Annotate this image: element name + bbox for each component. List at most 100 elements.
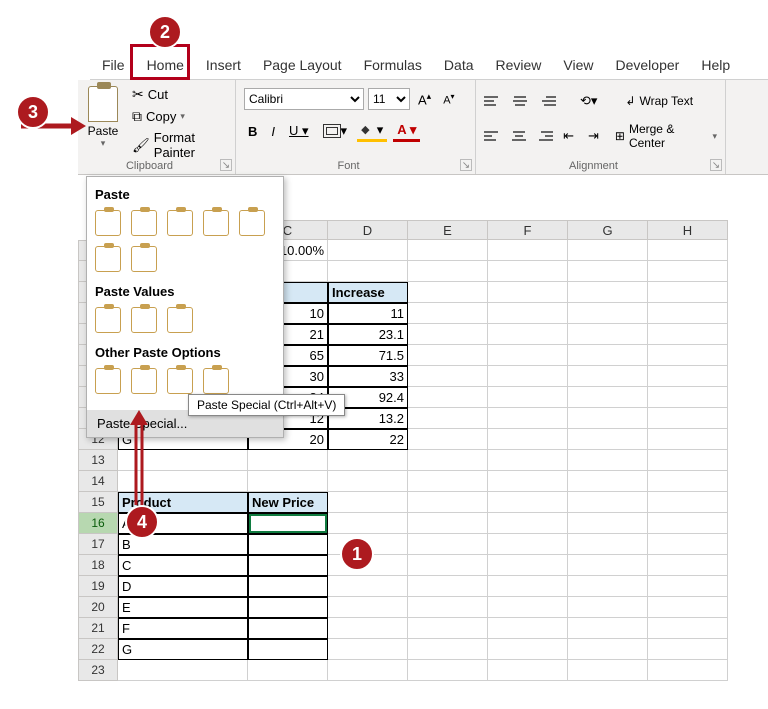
cell[interactable] — [408, 576, 488, 597]
cell[interactable] — [328, 618, 408, 639]
cell[interactable] — [648, 261, 728, 282]
dialog-launcher[interactable]: ↘ — [220, 159, 232, 171]
bold-button[interactable]: B — [244, 120, 261, 142]
cell[interactable] — [568, 408, 648, 429]
cell[interactable] — [648, 492, 728, 513]
cell[interactable] — [488, 492, 568, 513]
cell[interactable] — [328, 639, 408, 660]
cell[interactable]: 33 — [328, 366, 408, 387]
cell[interactable]: New Price — [248, 492, 328, 513]
dialog-launcher[interactable]: ↘ — [460, 159, 472, 171]
cell[interactable] — [568, 660, 648, 681]
cell[interactable] — [488, 282, 568, 303]
cell[interactable] — [568, 366, 648, 387]
cell[interactable] — [568, 597, 648, 618]
cell[interactable] — [568, 429, 648, 450]
cell[interactable] — [488, 324, 568, 345]
cell[interactable] — [248, 534, 328, 555]
cell[interactable] — [648, 513, 728, 534]
orientation-button[interactable]: ⟲▾ — [576, 90, 601, 112]
other-paste-option[interactable] — [95, 368, 121, 394]
tab-view[interactable]: View — [559, 53, 597, 77]
cell[interactable] — [408, 345, 488, 366]
cell[interactable] — [408, 387, 488, 408]
tab-file[interactable]: File — [98, 53, 129, 77]
indent-decrease-button[interactable]: ⇤ — [559, 125, 578, 147]
cell[interactable] — [648, 303, 728, 324]
cell[interactable] — [408, 513, 488, 534]
row-header[interactable]: 21 — [78, 618, 118, 639]
cell[interactable] — [648, 282, 728, 303]
cell[interactable] — [488, 408, 568, 429]
align-right-button[interactable] — [534, 127, 553, 145]
other-paste-option[interactable] — [167, 368, 193, 394]
cell[interactable] — [648, 639, 728, 660]
cell[interactable] — [488, 303, 568, 324]
cell[interactable] — [488, 555, 568, 576]
tab-formulas[interactable]: Formulas — [360, 53, 426, 77]
tab-review[interactable]: Review — [492, 53, 546, 77]
cell[interactable] — [488, 660, 568, 681]
copy-button[interactable]: ⧉Copy▾ — [132, 108, 232, 125]
cell[interactable] — [408, 639, 488, 660]
cell[interactable] — [328, 450, 408, 471]
cell[interactable] — [488, 261, 568, 282]
cell[interactable] — [408, 534, 488, 555]
cell[interactable] — [648, 618, 728, 639]
cell[interactable] — [648, 534, 728, 555]
underline-button[interactable]: U ▾ — [285, 120, 313, 142]
paste-option[interactable] — [239, 210, 265, 236]
cell[interactable] — [408, 240, 488, 261]
cell[interactable]: 23.1 — [328, 324, 408, 345]
cell[interactable] — [568, 345, 648, 366]
column-header[interactable]: E — [408, 220, 488, 240]
cell[interactable] — [648, 366, 728, 387]
row-header[interactable]: 19 — [78, 576, 118, 597]
cell[interactable] — [488, 366, 568, 387]
cell[interactable] — [648, 387, 728, 408]
cell[interactable] — [408, 555, 488, 576]
column-header[interactable]: H — [648, 220, 728, 240]
cell[interactable] — [488, 639, 568, 660]
paste-option[interactable] — [95, 246, 121, 272]
row-header[interactable]: 17 — [78, 534, 118, 555]
cell[interactable] — [568, 282, 648, 303]
cell[interactable] — [248, 618, 328, 639]
align-center-button[interactable] — [509, 127, 528, 145]
cell[interactable] — [488, 345, 568, 366]
fill-color-button[interactable]: ▾ — [357, 120, 387, 142]
decrease-font-button[interactable]: A▾ — [439, 89, 458, 110]
row-header[interactable]: 22 — [78, 639, 118, 660]
paste-values-option[interactable] — [131, 307, 157, 333]
cell[interactable] — [408, 597, 488, 618]
cell[interactable] — [648, 660, 728, 681]
paste-values-option[interactable] — [167, 307, 193, 333]
paste-option[interactable] — [131, 210, 157, 236]
cell[interactable] — [488, 471, 568, 492]
cell[interactable] — [568, 303, 648, 324]
align-top-button[interactable] — [484, 92, 504, 110]
cell[interactable] — [648, 576, 728, 597]
cell[interactable] — [248, 576, 328, 597]
cell[interactable] — [328, 576, 408, 597]
tab-home[interactable]: Home — [143, 53, 188, 77]
chevron-down-icon[interactable]: ▾ — [82, 138, 124, 149]
row-header[interactable]: 16 — [78, 513, 118, 534]
cell[interactable] — [648, 597, 728, 618]
font-size-select[interactable]: 11 — [368, 88, 410, 110]
paste-option[interactable] — [203, 210, 229, 236]
cell[interactable] — [328, 471, 408, 492]
row-header[interactable]: 18 — [78, 555, 118, 576]
align-bottom-button[interactable] — [536, 92, 556, 110]
cell[interactable] — [568, 387, 648, 408]
cell[interactable] — [648, 324, 728, 345]
column-header[interactable]: D — [328, 220, 408, 240]
cell[interactable] — [408, 303, 488, 324]
column-header[interactable]: F — [488, 220, 568, 240]
cell[interactable]: 11 — [328, 303, 408, 324]
cell[interactable] — [328, 492, 408, 513]
cell[interactable] — [568, 576, 648, 597]
tab-insert[interactable]: Insert — [202, 53, 245, 77]
cell[interactable] — [568, 534, 648, 555]
cell[interactable] — [648, 450, 728, 471]
